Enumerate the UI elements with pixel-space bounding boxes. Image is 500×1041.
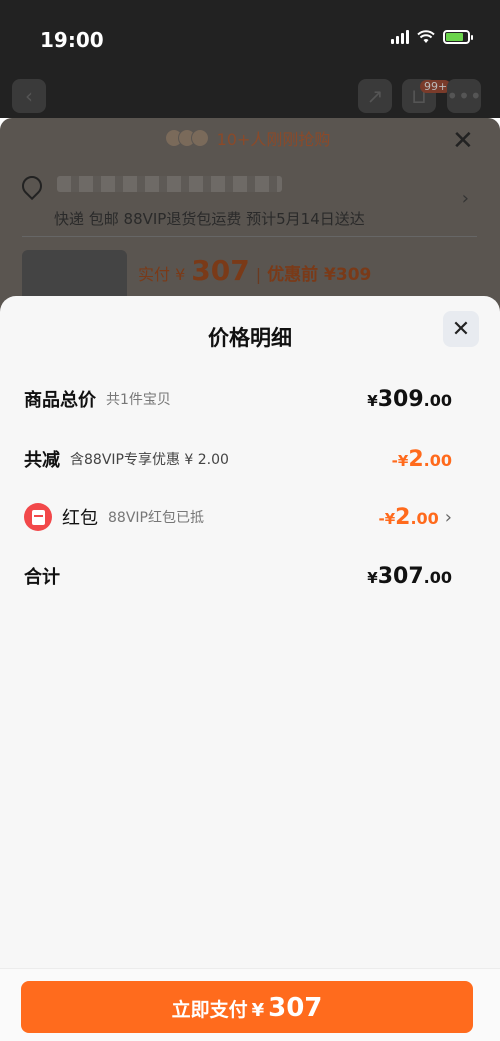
divider: [22, 236, 477, 237]
location-pin-icon: [17, 171, 47, 201]
row-title: 共减: [24, 450, 60, 471]
shipping-info: 快递 包邮 88VIP退货包运费 预计5月14日送达: [54, 210, 365, 228]
chevron-right-icon: ›: [444, 506, 452, 528]
row-title: 合计: [24, 567, 60, 588]
blurred-address: [57, 176, 282, 192]
row-subtitle: 含88VIP专享优惠 ¥ 2.00: [70, 452, 229, 468]
sheet-title: 价格明细: [208, 326, 292, 350]
status-time: 19:00: [40, 28, 104, 52]
red-packet-icon: [24, 503, 52, 531]
pay-now-button[interactable]: 立即支付 ¥ 307: [21, 981, 473, 1033]
row-amount: ¥309.00: [367, 386, 452, 412]
rush-text: 10+人刚刚抢购: [216, 130, 331, 149]
row-title: 红包: [62, 508, 98, 529]
wifi-icon: [417, 30, 435, 43]
chevron-left-icon: ‹: [25, 84, 33, 108]
row-amount: -¥ 2.00: [391, 446, 452, 472]
more-icon: •••: [446, 84, 482, 108]
price-before-discount: 优惠前 ¥309: [267, 265, 372, 285]
row-red-packet[interactable]: 红包 88VIP红包已抵 -¥ 2.00 ›: [24, 502, 452, 532]
row-amount: -¥ 2.00: [378, 504, 439, 530]
actual-price-label: 实付 ¥: [138, 265, 186, 284]
background-price-line: 实付 ¥ 307 | 优惠前 ¥309: [138, 254, 371, 287]
share-button[interactable]: ↗: [358, 79, 392, 113]
buyer-avatars: [164, 129, 209, 147]
row-subtitle: 88VIP红包已抵: [108, 510, 204, 526]
share-icon: ↗: [366, 84, 384, 108]
cart-button[interactable]: ⊔ 99+: [402, 79, 452, 113]
status-icons: [391, 30, 473, 44]
signal-icon: [391, 30, 409, 44]
row-subtitle: 共1件宝贝: [106, 392, 171, 408]
address-row: 快递 包邮 88VIP退货包运费 预计5月14日送达 ›: [17, 170, 477, 234]
rush-banner: 10+人刚刚抢购: [0, 118, 500, 158]
more-button[interactable]: •••: [446, 79, 482, 113]
actual-price: 307: [191, 254, 250, 287]
price-separator: |: [255, 265, 262, 284]
close-button[interactable]: ✕: [443, 311, 479, 347]
row-amount: ¥307.00: [367, 563, 452, 589]
row-product-total: 商品总价 共1件宝贝 ¥309.00: [24, 384, 452, 414]
price-detail-sheet: 价格明细 ✕ 商品总价 共1件宝贝 ¥309.00 共减 含88VIP专享优惠 …: [0, 296, 500, 1041]
pay-amount: 307: [268, 993, 323, 1023]
pay-label: 立即支付: [171, 999, 248, 1021]
chevron-right-icon: ›: [461, 188, 469, 209]
background-close-icon: ✕: [452, 126, 474, 156]
row-total-reduction: 共减 含88VIP专享优惠 ¥ 2.00 -¥ 2.00: [24, 444, 452, 474]
pay-currency: ¥: [251, 1000, 265, 1021]
battery-icon: [443, 30, 473, 44]
back-button[interactable]: ‹: [12, 79, 46, 113]
row-grand-total: 合计 ¥307.00: [24, 561, 452, 591]
status-bar: 19:00: [0, 0, 500, 78]
pay-bar: 立即支付 ¥ 307: [0, 968, 500, 1041]
row-title: 商品总价: [24, 390, 96, 411]
close-icon: ✕: [451, 316, 471, 342]
